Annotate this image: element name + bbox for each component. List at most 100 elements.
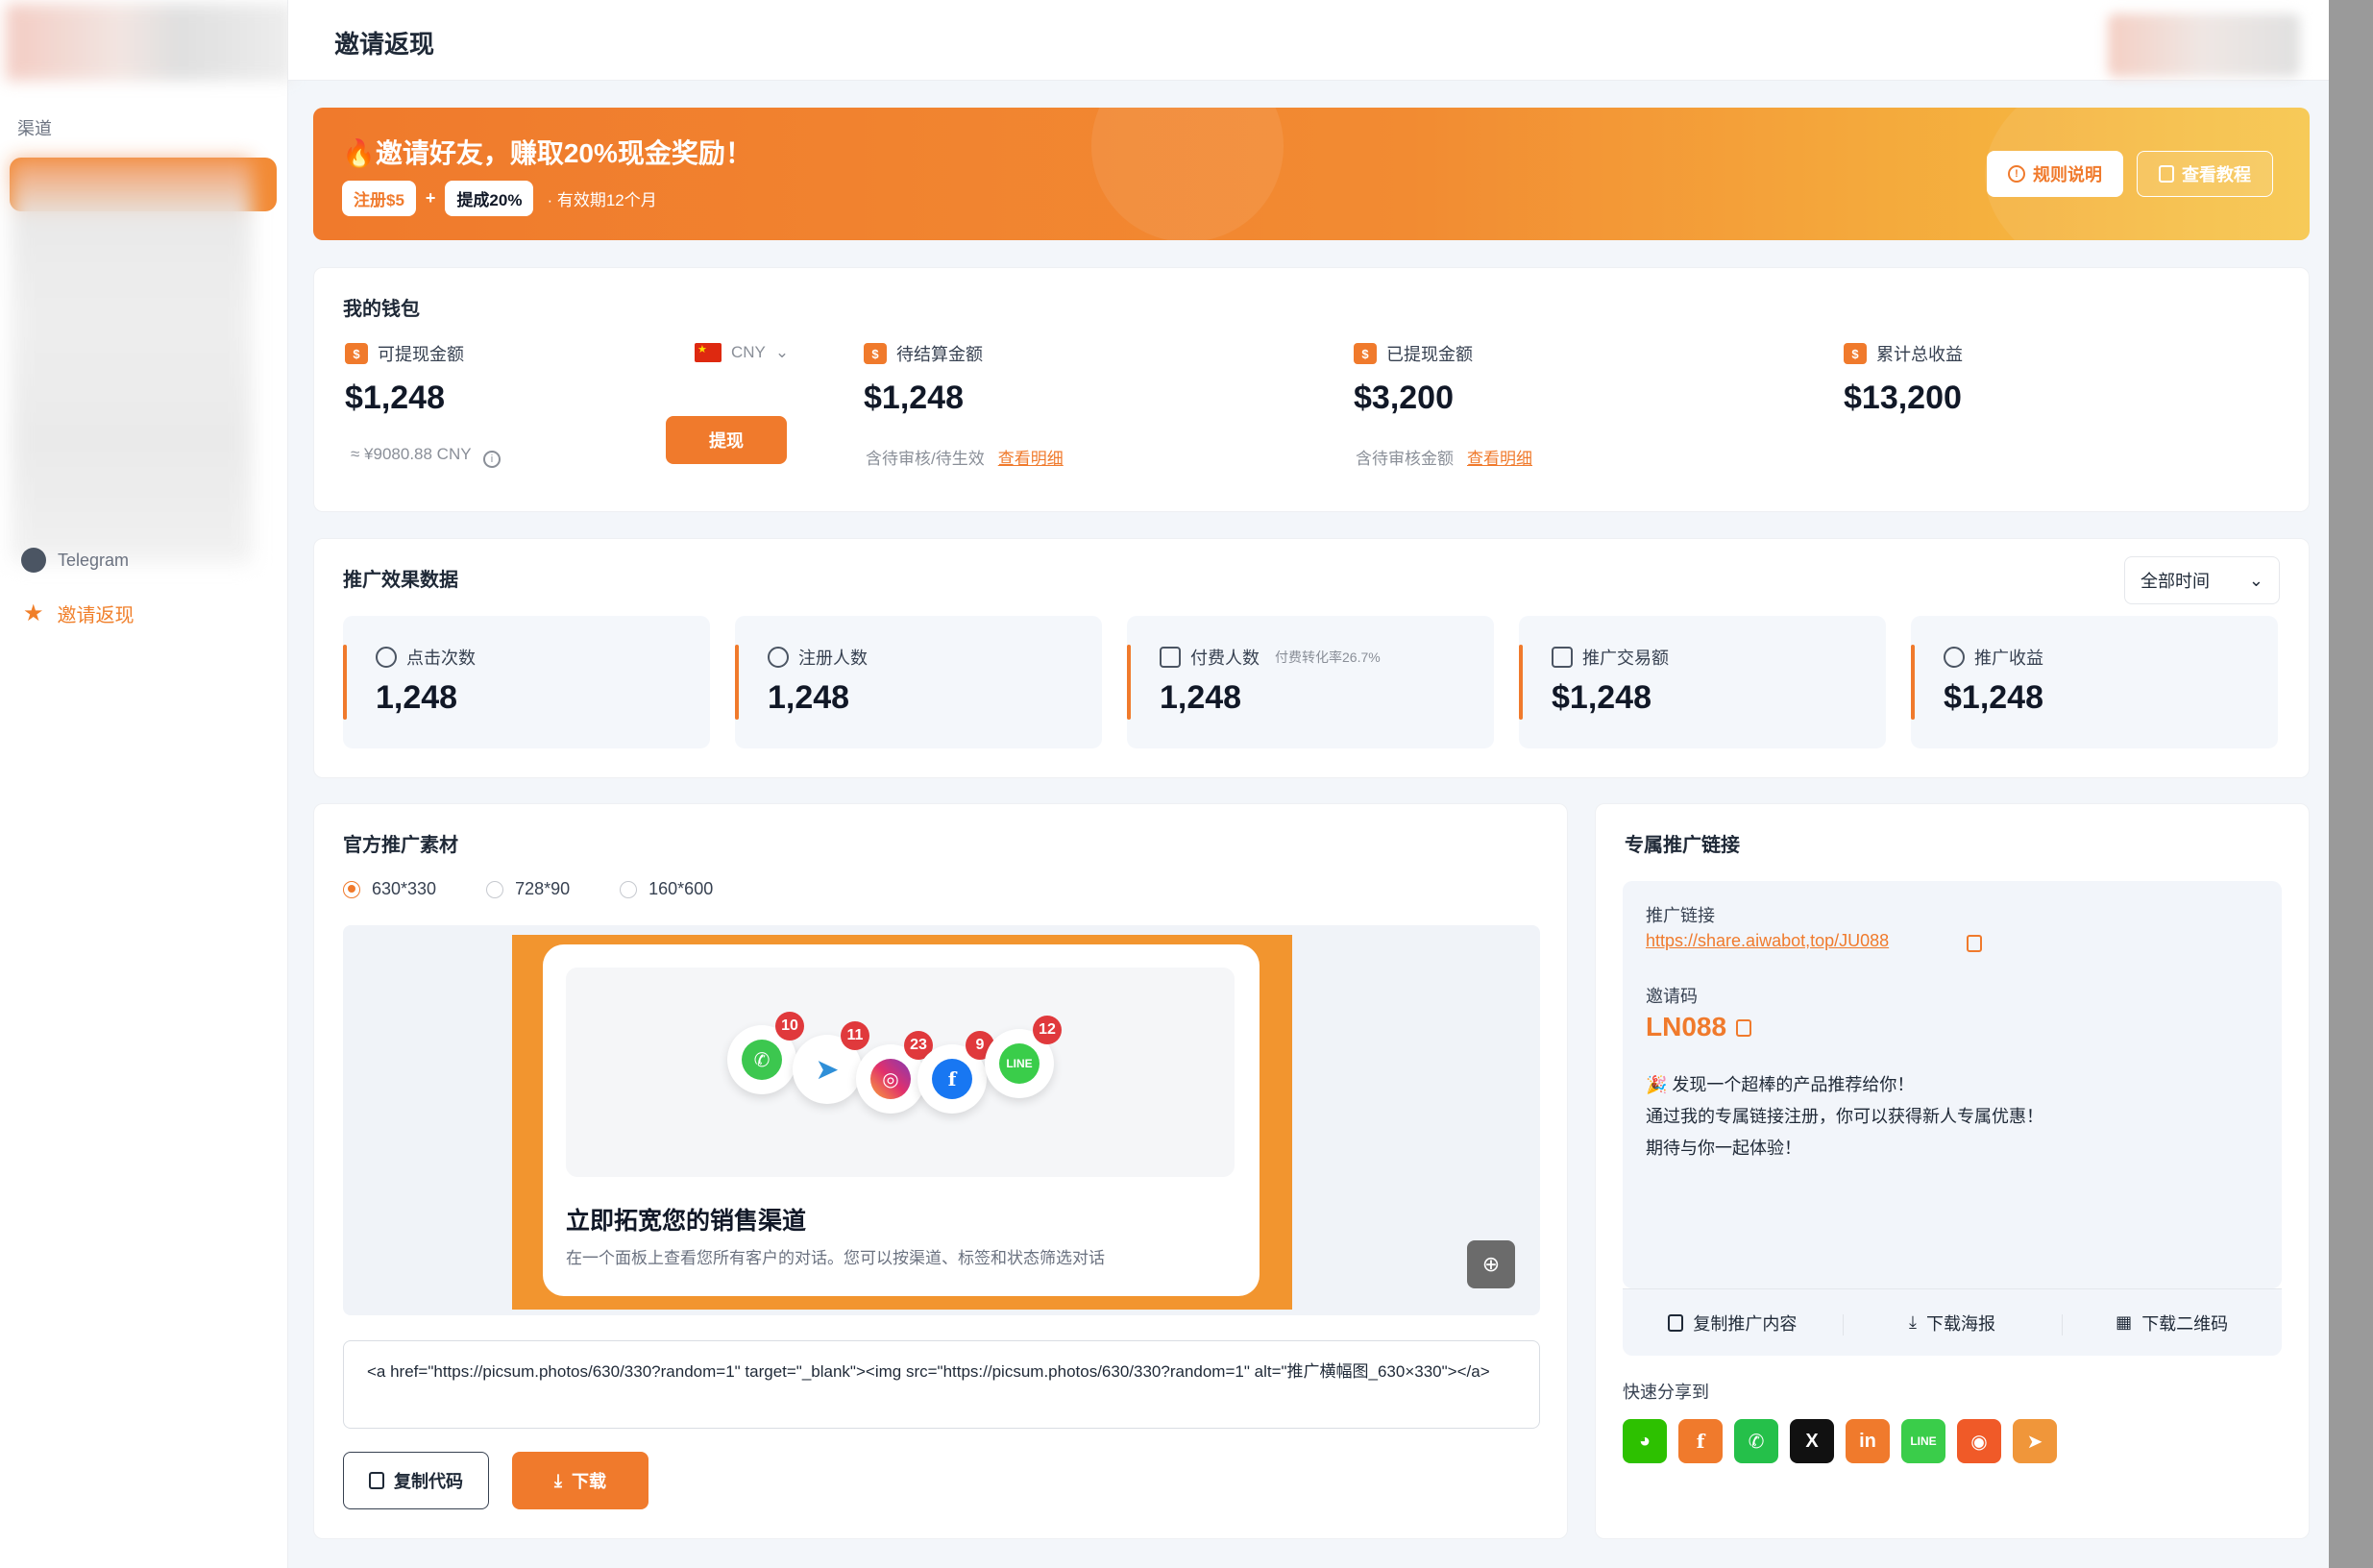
download-qrcode-button[interactable]: ▦ 下载二维码	[2062, 1311, 2282, 1335]
stat-value: $1,248	[1944, 679, 2043, 716]
action-label: 下载海报	[1925, 1313, 1995, 1334]
copy-link-icon[interactable]	[1967, 935, 1982, 952]
size-label: 630*330	[372, 879, 437, 898]
referral-details: 推广链接 https://share.aiwabot,top/JU088 邀请码…	[1623, 881, 2282, 1356]
linkedin-share-icon[interactable]: in	[1846, 1419, 1890, 1463]
download-icon: ⤓	[554, 1470, 562, 1490]
money-bag-icon	[1944, 647, 1965, 668]
link-label: 推广链接	[1646, 906, 1715, 925]
stat-label: 付费人数	[1190, 649, 1260, 668]
time-range-select[interactable]: 全部时间 ⌄	[2124, 556, 2280, 604]
telegram-share-icon[interactable]: ➤	[2013, 1419, 2057, 1463]
withdrawable-label: 可提现金额	[378, 345, 464, 364]
star-icon: ★	[23, 600, 44, 626]
document-icon	[2159, 165, 2174, 183]
approx-cny-text: ≈ ¥9080.88 CNY	[351, 445, 472, 463]
x-share-icon[interactable]: X	[1790, 1419, 1834, 1463]
withdrawn-balance: $ 已提现金额 $3,200	[1354, 341, 1473, 417]
user-avatar[interactable]	[2108, 13, 2300, 77]
copy-code-button[interactable]: 复制代码	[343, 1452, 489, 1509]
stat-transaction-volume: 推广交易额 $1,248	[1519, 616, 1886, 748]
withdrawable-approx: ≈ ¥9080.88 CNY i	[351, 445, 502, 468]
zoom-in-icon[interactable]: ⊕	[1467, 1240, 1515, 1288]
stat-value: $1,248	[1552, 679, 1651, 716]
conversion-rate-note: 付费转化率26.7%	[1275, 649, 1381, 665]
facebook-share-icon[interactable]: f	[1678, 1419, 1723, 1463]
promotion-stats-card: 推广效果数据 全部时间 ⌄ 点击次数 1,248 注册人数 1,248 付费人数…	[313, 538, 2310, 778]
total-earnings: $ 累计总收益 $13,200	[1844, 341, 1963, 417]
time-range-value: 全部时间	[2141, 572, 2210, 591]
link-card-title: 专属推广链接	[1625, 835, 1740, 856]
qrcode-icon: ▦	[2116, 1312, 2133, 1332]
referral-link[interactable]: https://share.aiwabot,top/JU088	[1646, 931, 1889, 951]
withdraw-button[interactable]: 提现	[666, 416, 787, 464]
pending-money-icon: $	[864, 343, 887, 364]
banner-preview: ✆ 10 ➤ 11 ◎ 23 f9 LINE 12 立即拓宽您的销售渠道 在一个…	[343, 925, 1540, 1315]
share-message: 🎉 发现一个超棒的产品推荐给你！ 通过我的专属链接注册，你可以获得新人专属优惠！…	[1646, 1069, 2043, 1164]
share-buttons: ◕ f ✆ X in LINE ◉ ➤	[1623, 1419, 2057, 1463]
coins-icon: $	[1844, 343, 1867, 364]
rules-button[interactable]: ! 规则说明	[1987, 151, 2123, 197]
info-icon: !	[2008, 165, 2025, 183]
logo	[6, 4, 294, 81]
withdrawable-balance: $ 可提现金额 $1,248	[345, 341, 464, 417]
withdrawn-note-text: 含待审核金额	[1356, 450, 1454, 468]
whatsapp-share-icon[interactable]: ✆	[1734, 1419, 1778, 1463]
whatsapp-icon: ✆ 10	[727, 1012, 804, 1094]
stats-title: 推广效果数据	[343, 570, 458, 591]
line-share-icon[interactable]: LINE	[1901, 1419, 1945, 1463]
embed-code-box[interactable]: <a href="https://picsum.photos/630/330?r…	[343, 1340, 1540, 1429]
reddit-share-icon[interactable]: ◉	[1957, 1419, 2001, 1463]
withdrawable-amount: $1,248	[345, 380, 445, 416]
tutorial-button[interactable]: 查看教程	[2137, 151, 2273, 197]
pending-balance: $ 待结算金额 $1,248	[864, 341, 983, 417]
stat-label: 推广交易额	[1582, 649, 1669, 668]
quick-share-label: 快速分享到	[1623, 1383, 1709, 1402]
facebook-icon: f9	[917, 1031, 994, 1114]
info-icon[interactable]: i	[483, 451, 502, 468]
size-label: 160*600	[648, 879, 714, 898]
size-option-728x90[interactable]: 728*90	[486, 879, 570, 899]
sidebar-item-label: 邀请返现	[57, 605, 135, 626]
copy-icon	[1668, 1313, 1684, 1332]
banner-size-radio-group: 630*330 728*90 160*600	[343, 879, 713, 899]
invite-code-label: 邀请码	[1646, 987, 1698, 1006]
download-button[interactable]: ⤓ 下载	[512, 1452, 648, 1509]
top-header: 邀请返现	[288, 0, 2329, 81]
stat-value: 1,248	[768, 679, 850, 716]
withdrawn-money-icon: $	[1354, 343, 1377, 364]
banner-buttons: ! 规则说明 查看教程	[1987, 151, 2273, 197]
copy-code-icon[interactable]	[1736, 1019, 1751, 1037]
pending-note-text: 含待审核/待生效	[866, 450, 985, 468]
tutorial-button-label: 查看教程	[2182, 165, 2251, 184]
withdrawn-amount: $3,200	[1354, 380, 1454, 416]
radio-unchecked-icon	[620, 880, 638, 898]
copy-content-button[interactable]: 复制推广内容	[1623, 1311, 1843, 1335]
download-poster-button[interactable]: ⤓ 下载海报	[1842, 1311, 2063, 1335]
banner-inner-card: ✆ 10 ➤ 11 ◎ 23 f9 LINE 12 立即拓宽您的销售渠道 在一个…	[543, 944, 1260, 1296]
sidebar-item-invite-cashback[interactable]: ★ 邀请返现	[23, 600, 135, 627]
copy-icon	[369, 1472, 384, 1489]
stat-label: 点击次数	[406, 649, 476, 668]
validity-text: · 有效期12个月	[547, 191, 657, 209]
chevron-down-icon: ⌄	[774, 343, 790, 361]
app-window: 渠道 Telegram ★ 邀请返现 邀请返现 🔥邀请好友，赚取20%现金奖励！…	[0, 0, 2329, 1568]
withdrawn-note: 含待审核金额 查看明细	[1356, 445, 1532, 469]
wechat-icon[interactable]: ◕	[1623, 1419, 1667, 1463]
wallet-card: 我的钱包 $ 可提现金额 $1,248 ≈ ¥9080.88 CNY i CNY …	[313, 267, 2310, 512]
link-actions-bar: 复制推广内容 ⤓ 下载海报 ▦ 下载二维码	[1623, 1288, 2282, 1356]
size-option-630x330[interactable]: 630*330	[343, 879, 436, 899]
size-option-160x600[interactable]: 160*600	[620, 879, 713, 899]
action-label: 下载二维码	[2141, 1313, 2229, 1334]
stat-value: 1,248	[1160, 679, 1242, 716]
sidebar-items-blurred	[12, 159, 252, 563]
sidebar-item-telegram[interactable]: Telegram	[21, 548, 129, 573]
user-icon	[768, 647, 789, 668]
radio-checked-icon	[343, 880, 360, 898]
currency-select[interactable]: CNY ⌄	[695, 343, 789, 362]
banner-headline: 立即拓宽您的销售渠道	[566, 1208, 807, 1235]
size-label: 728*90	[515, 879, 571, 898]
withdrawn-details-link[interactable]: 查看明细	[1467, 450, 1532, 468]
register-reward-chip: 注册$5	[342, 181, 416, 216]
pending-details-link[interactable]: 查看明细	[998, 450, 1064, 468]
